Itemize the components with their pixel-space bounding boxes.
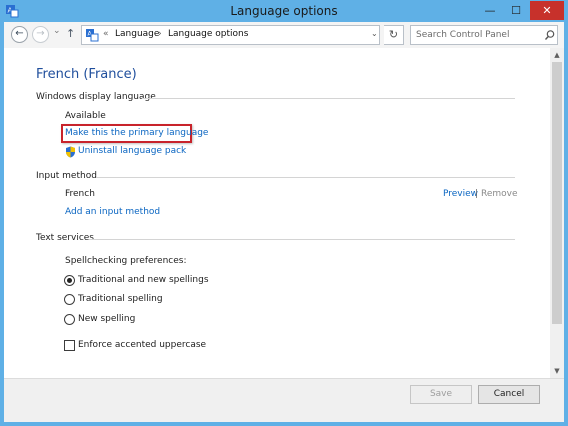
- add-input-method-link[interactable]: Add an input method: [65, 207, 160, 217]
- radio-label[interactable]: Traditional and new spellings: [78, 275, 209, 285]
- vertical-scrollbar[interactable]: ▲ ▼: [550, 48, 564, 378]
- back-button[interactable]: ←: [11, 26, 28, 43]
- footer-bar: Save Cancel: [4, 378, 564, 422]
- refresh-button[interactable]: ↻: [384, 25, 404, 45]
- page-title: French (France): [36, 67, 137, 82]
- breadcrumb-language-options[interactable]: Language options: [168, 29, 248, 39]
- input-method-heading: Input method: [36, 171, 97, 181]
- address-dropdown-button[interactable]: ⌄: [371, 29, 380, 39]
- close-button[interactable]: ✕: [530, 1, 564, 20]
- save-button[interactable]: Save: [410, 385, 472, 404]
- section-divider: [90, 239, 515, 240]
- display-language-status: Available: [65, 111, 106, 121]
- window-client: ← → ⌄ ↑ A « Language › Language options …: [4, 22, 564, 422]
- uac-shield-icon: [66, 146, 75, 158]
- section-divider: [96, 177, 515, 178]
- checkbox-label[interactable]: Enforce accented uppercase: [78, 340, 206, 350]
- radio-traditional-and-new[interactable]: [64, 275, 75, 286]
- title-bar[interactable]: A Language options — ☐ ✕: [0, 0, 568, 22]
- main-content: French (France) Windows display language…: [4, 48, 550, 378]
- scroll-down-arrow-icon[interactable]: ▼: [550, 364, 564, 378]
- radio-traditional[interactable]: [64, 294, 75, 305]
- enforce-accented-uppercase-checkbox[interactable]: [64, 340, 75, 351]
- breadcrumb-language[interactable]: Language: [115, 29, 159, 39]
- input-method-name: French: [65, 189, 95, 199]
- up-button[interactable]: ↑: [66, 27, 75, 40]
- address-bar[interactable]: A « Language › Language options: [81, 25, 380, 45]
- forward-button[interactable]: →: [32, 26, 49, 43]
- search-input[interactable]: [416, 28, 534, 42]
- cancel-button[interactable]: Cancel: [478, 385, 540, 404]
- remove-link[interactable]: Remove: [481, 189, 518, 199]
- recent-pages-button[interactable]: ⌄: [53, 26, 61, 36]
- navigation-bar: ← → ⌄ ↑ A « Language › Language options …: [4, 22, 564, 48]
- text-services-heading: Text services: [36, 233, 94, 243]
- display-language-heading: Windows display language: [36, 92, 156, 102]
- spellchecking-heading: Spellchecking preferences:: [65, 256, 187, 266]
- maximize-button[interactable]: ☐: [504, 1, 528, 20]
- radio-label[interactable]: New spelling: [78, 314, 135, 324]
- control-panel-icon: A: [86, 29, 99, 42]
- scroll-up-arrow-icon[interactable]: ▲: [550, 48, 564, 62]
- search-icon[interactable]: [544, 29, 556, 41]
- window-frame: A Language options — ☐ ✕ ← → ⌄ ↑ A « Lan…: [0, 0, 568, 426]
- scroll-thumb[interactable]: [552, 62, 562, 324]
- search-box[interactable]: [410, 25, 558, 45]
- breadcrumb-overflow[interactable]: «: [103, 29, 109, 39]
- radio-new[interactable]: [64, 314, 75, 325]
- radio-label[interactable]: Traditional spelling: [78, 294, 163, 304]
- minimize-button[interactable]: —: [478, 1, 502, 20]
- uninstall-language-pack-link[interactable]: Uninstall language pack: [78, 146, 186, 156]
- preview-link[interactable]: Preview: [443, 189, 478, 199]
- make-primary-language-link[interactable]: Make this the primary language: [65, 128, 208, 138]
- section-divider: [142, 98, 515, 99]
- breadcrumb-separator: ›: [158, 29, 162, 39]
- link-separator: |: [475, 189, 479, 199]
